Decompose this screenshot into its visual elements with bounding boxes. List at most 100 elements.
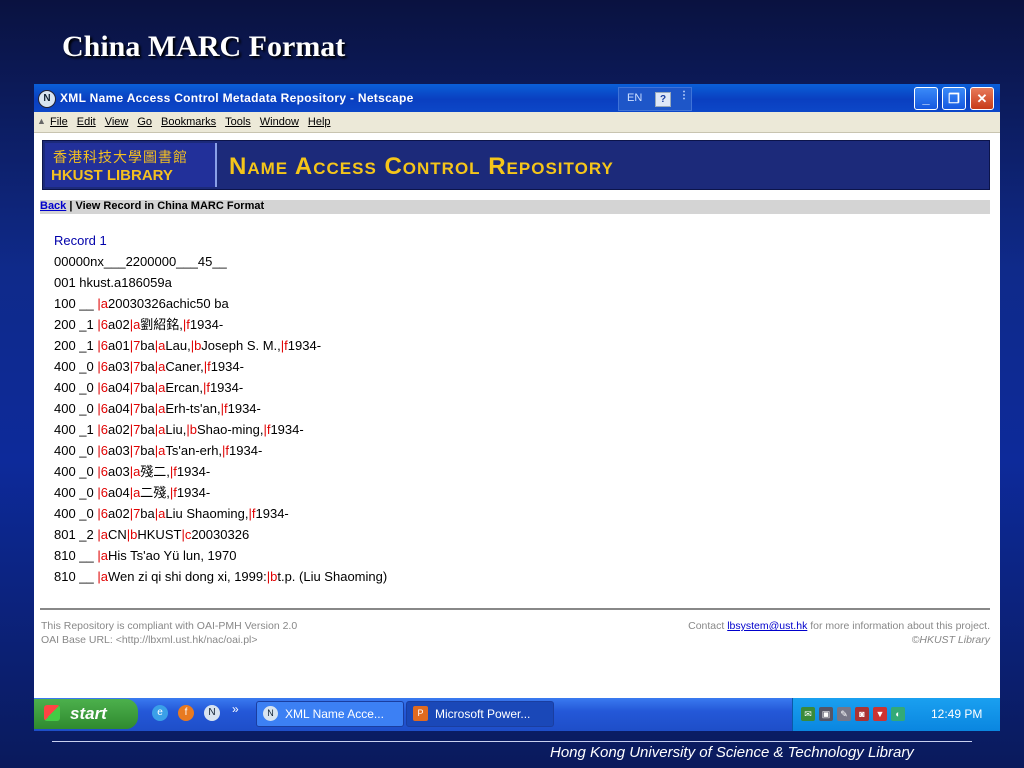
language-indicator[interactable]: EN (627, 92, 642, 104)
menu-item-help[interactable]: Help (308, 116, 331, 128)
field-text: ba (140, 443, 155, 458)
subfield-code: |a (97, 569, 108, 584)
ie-icon[interactable]: e (152, 705, 168, 721)
menu-item-edit[interactable]: Edit (77, 116, 96, 128)
language-bar[interactable]: EN ? ⋮ (618, 87, 692, 111)
field-text: 20030326 (191, 527, 250, 542)
subfield-code: |a (129, 485, 141, 500)
menu-item-file[interactable]: File (50, 116, 68, 128)
subfield-code: |a (154, 401, 166, 416)
camera-tray-icon[interactable]: ◙ (855, 707, 869, 721)
subfield-code: |6 (97, 422, 108, 437)
field-text: 1934- (176, 464, 211, 479)
browser-screenshot: N XML Name Access Control Metadata Repos… (34, 84, 1000, 731)
field-text: 810 __ (54, 548, 98, 563)
task-netscape[interactable]: N XML Name Acce... (256, 701, 404, 727)
field-text: 1934- (287, 338, 322, 353)
toolbar-grip-icon[interactable]: ▲ (37, 116, 46, 126)
subfield-code: |f (220, 401, 228, 416)
subfield-code: |a (97, 527, 108, 542)
subfield-code: |f (169, 485, 177, 500)
oai-base-url: OAI Base URL: <http://lbxml.ust.hk/nac/o… (41, 634, 258, 646)
subfield-code: |a (154, 422, 166, 437)
library-logo[interactable]: 香港科技大學圖書館 HKUST LIBRARY (45, 143, 217, 187)
field-text: Liu, (165, 422, 187, 437)
start-label: start (70, 704, 107, 723)
subfield-code: |a (154, 338, 166, 353)
back-link[interactable]: Back (40, 200, 66, 212)
quicklaunch-more-icon[interactable]: » (232, 702, 239, 716)
record-line: 200 _1 |6a02|a劉紹銘,|f1934- (54, 314, 387, 335)
language-bar-grip-icon[interactable]: ⋮ (679, 90, 689, 101)
volume-tray-icon[interactable]: ◐ (891, 707, 905, 721)
clock[interactable]: 12:49 PM (931, 707, 982, 721)
field-text: ba (140, 506, 155, 521)
breadcrumb-text: | View Record in China MARC Format (66, 200, 265, 212)
subfield-code: |7 (129, 401, 141, 416)
subfield-code: |a (97, 296, 108, 311)
subfield-code: |7 (129, 359, 141, 374)
close-button[interactable]: ✕ (970, 87, 994, 110)
logo-chinese-text: 香港科技大學圖書館 (53, 149, 188, 165)
field-text: Shao-ming, (196, 422, 264, 437)
help-icon[interactable]: ? (655, 92, 671, 107)
field-text: Ts'an-erh, (165, 443, 223, 458)
contact-email-link[interactable]: lbsystem@ust.hk (727, 620, 807, 632)
footer-divider (40, 608, 990, 610)
record-line: 400 _0 |6a03|7ba|aCaner,|f1934- (54, 356, 387, 377)
record-lines: 00000nx___2200000___45__ 001 hkust.a18605… (54, 251, 387, 587)
field-text: 400 _1 (54, 422, 98, 437)
field-text: 1934- (210, 359, 244, 374)
field-text: 400 _0 (54, 485, 98, 500)
field-text: ba (140, 359, 155, 374)
field-text: Erh-ts'an, (165, 401, 221, 416)
start-button[interactable]: start (34, 699, 138, 729)
subfield-code: |c (181, 527, 192, 542)
shield-tray-icon[interactable]: ▼ (873, 707, 887, 721)
field-text: 100 __ (54, 296, 98, 311)
subfield-code: |a (129, 464, 141, 479)
subfield-code: |6 (97, 338, 108, 353)
field-text: 1934- (255, 506, 289, 521)
window-titlebar[interactable]: N XML Name Access Control Metadata Repos… (34, 84, 1000, 112)
powerpoint-task-icon: P (413, 706, 428, 721)
record-line: 801 _2 |aCN|bHKUST|c20030326 (54, 524, 387, 545)
menu-item-go[interactable]: Go (137, 116, 152, 128)
subfield-code: |6 (97, 317, 108, 332)
field-text: 801 _2 (54, 527, 98, 542)
menu-item-window[interactable]: Window (260, 116, 299, 128)
task-powerpoint[interactable]: P Microsoft Power... (406, 701, 554, 727)
windows-flag-icon (44, 705, 60, 721)
field-text: t.p. (Liu Shaoming) (277, 569, 388, 584)
field-text: CN (107, 527, 127, 542)
subfield-code: |7 (129, 422, 141, 437)
menu-item-bookmarks[interactable]: Bookmarks (161, 116, 216, 128)
restore-button[interactable]: ❐ (942, 87, 966, 110)
subfield-code: |6 (97, 485, 108, 500)
field-text: His Ts'ao Yü lun, 1970 (107, 548, 237, 563)
field-text: 400 _0 (54, 401, 98, 416)
tools-tray-icon[interactable]: ✎ (837, 707, 851, 721)
netscape-quicklaunch-icon[interactable]: N (204, 705, 220, 721)
minimize-button[interactable]: _ (914, 87, 938, 110)
field-text: 1934- (229, 443, 263, 458)
field-text: Lau, (165, 338, 191, 353)
field-text: a04 (107, 380, 130, 395)
system-tray: ✉ ▣ ✎ ◙ ▼ ◐ 12:49 PM (792, 698, 1000, 731)
subfield-code: |b (190, 338, 202, 353)
menu-item-view[interactable]: View (105, 116, 129, 128)
field-text: a03 (107, 359, 130, 374)
field-text: Liu Shaoming, (165, 506, 249, 521)
netscape-icon: N (38, 90, 56, 108)
field-text: ba (140, 338, 155, 353)
site-banner: 香港科技大學圖書館 HKUST LIBRARY Name Access Cont… (42, 140, 990, 190)
menu-item-tools[interactable]: Tools (225, 116, 251, 128)
field-text: ba (140, 401, 155, 416)
record-line: 810 __ |aHis Ts'ao Yü lun, 1970 (54, 545, 387, 566)
contact-prefix: Contact (688, 620, 728, 632)
field-text: 1934- (227, 401, 261, 416)
firefox-icon[interactable]: f (178, 705, 194, 721)
mail-tray-icon[interactable]: ✉ (801, 707, 815, 721)
network-tray-icon[interactable]: ▣ (819, 707, 833, 721)
field-text: a03 (107, 464, 130, 479)
